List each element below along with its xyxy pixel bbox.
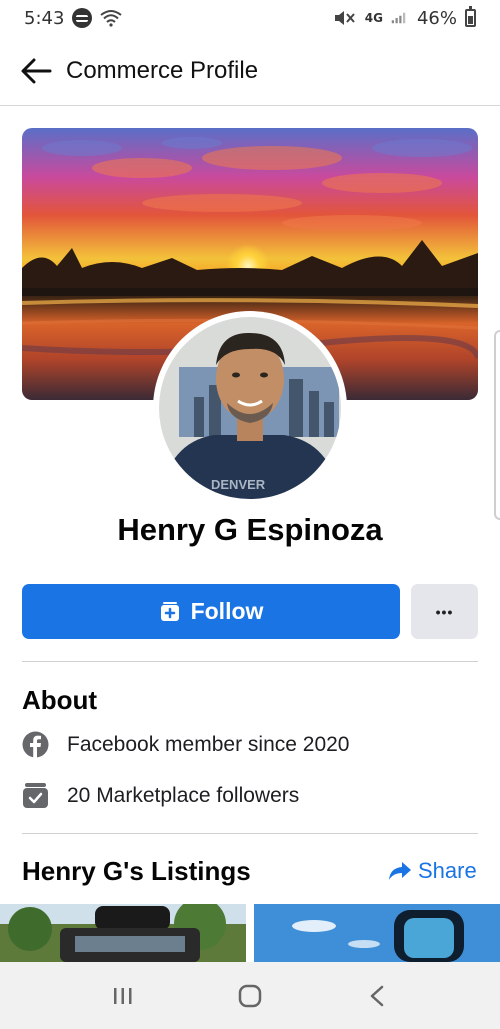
battery-percent: 46% xyxy=(416,7,457,29)
listings-title: Henry G's Listings xyxy=(22,856,251,886)
share-arrow-icon xyxy=(389,862,411,880)
recent-apps-button[interactable] xyxy=(103,976,143,1016)
back-nav-button[interactable] xyxy=(357,976,397,1016)
member-since-text: Facebook member since 2020 xyxy=(67,732,350,756)
share-button[interactable]: Share xyxy=(388,858,477,884)
listing-item[interactable] xyxy=(0,904,246,962)
listing-item[interactable] xyxy=(254,904,500,962)
share-label: Share xyxy=(418,858,477,883)
spotify-icon xyxy=(72,8,93,28)
status-time: 5:43 xyxy=(24,7,65,29)
profile-avatar[interactable]: DENVER xyxy=(153,311,347,505)
signal-icon xyxy=(391,12,406,24)
status-left: 5:43 xyxy=(24,7,123,29)
more-options-icon: ••• xyxy=(435,603,454,620)
divider xyxy=(22,833,478,834)
followers-text: 20 Marketplace followers xyxy=(67,783,300,807)
recent-apps-icon xyxy=(114,987,132,1004)
status-bar: 5:43 4G 46% xyxy=(0,0,500,36)
wifi-icon xyxy=(100,10,123,27)
home-button[interactable] xyxy=(230,976,270,1016)
battery-icon xyxy=(465,6,476,27)
follow-button[interactable]: Follow xyxy=(22,584,400,639)
about-member-since: Facebook member since 2020 xyxy=(22,731,350,758)
facebook-icon xyxy=(22,731,49,758)
more-options-button[interactable]: ••• xyxy=(411,584,478,639)
app-header: Commerce Profile xyxy=(0,36,500,106)
mute-icon xyxy=(334,11,355,25)
back-arrow-icon xyxy=(21,58,52,83)
page-title: Commerce Profile xyxy=(66,56,259,84)
shirt-print: DENVER xyxy=(211,477,266,492)
avatar-image: DENVER xyxy=(159,317,341,499)
chevron-left-icon xyxy=(370,985,383,1006)
network-type: 4G xyxy=(364,11,383,25)
marketplace-followers-icon xyxy=(23,783,48,808)
about-followers: 20 Marketplace followers xyxy=(22,782,299,809)
profile-name: Henry G Espinoza xyxy=(117,512,383,547)
status-right: 4G 46% xyxy=(333,6,476,29)
listing-image-sky xyxy=(254,904,500,962)
divider xyxy=(22,661,478,662)
system-nav-bar xyxy=(0,962,500,1029)
avatar-photo: DENVER xyxy=(159,317,341,499)
back-button[interactable] xyxy=(16,51,56,91)
side-scroll-handle[interactable] xyxy=(494,330,500,520)
listing-image-car xyxy=(0,904,246,962)
follow-plus-icon xyxy=(160,601,179,621)
about-title: About xyxy=(22,685,98,715)
follow-label: Follow xyxy=(190,598,264,624)
home-icon xyxy=(238,984,262,1007)
